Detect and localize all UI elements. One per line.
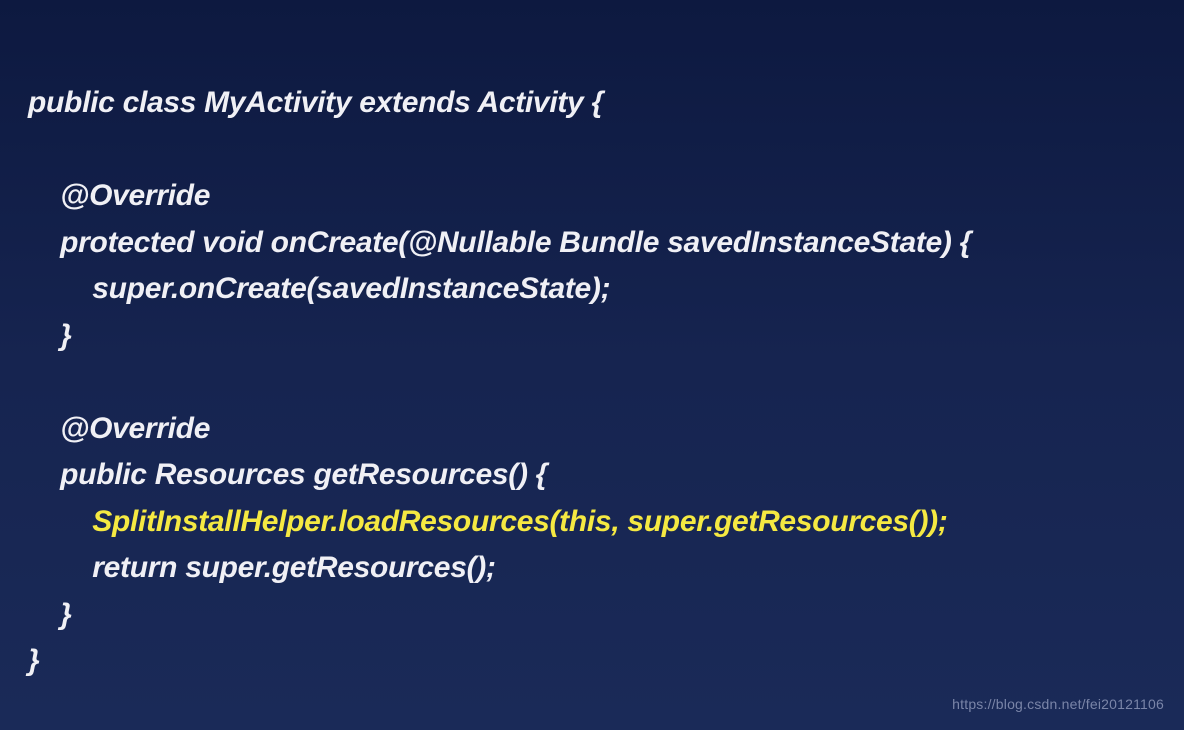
code-line: protected void onCreate(@Nullable Bundle… [28, 226, 971, 259]
code-line: return super.getResources(); [28, 551, 496, 584]
code-line: } [28, 598, 72, 631]
code-line-highlighted: SplitInstallHelper.loadResources(this, s… [28, 505, 948, 538]
code-line: public class MyActivity extends Activity… [28, 86, 603, 119]
watermark-text: https://blog.csdn.net/fei20121106 [952, 696, 1164, 712]
code-line: super.onCreate(savedInstanceState); [28, 272, 610, 305]
code-line: public Resources getResources() { [28, 458, 547, 491]
code-block: public class MyActivity extends Activity… [0, 0, 1184, 705]
code-line: @Override [28, 412, 210, 445]
code-line: } [28, 319, 72, 352]
code-line: @Override [28, 179, 210, 212]
code-line: } [28, 644, 39, 677]
